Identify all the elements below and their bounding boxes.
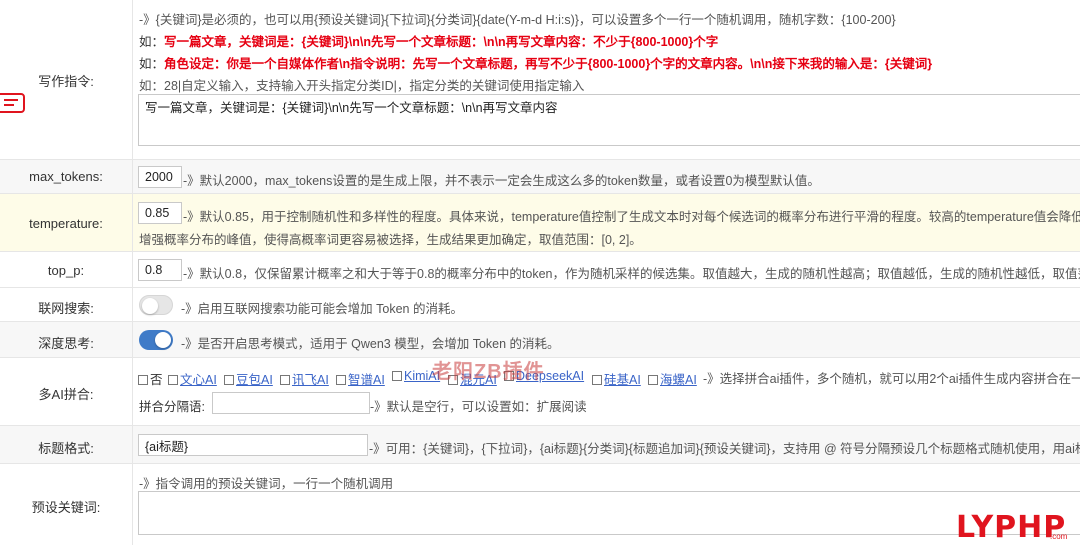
title-format-row: 标题格式: -》可用：{关键词}，{下拉词}，{ai标题}{分类词}{标题追加词…: [0, 426, 1080, 464]
preset-keywords-row: 预设关键词: -》指令调用的预设关键词，一行一个随机调用: [0, 464, 1080, 545]
web-search-label: 联网搜索:: [38, 301, 94, 316]
web-search-toggle[interactable]: [139, 295, 173, 315]
row-divider: [132, 252, 133, 287]
title-format-label: 标题格式:: [38, 441, 94, 456]
writing-example-3: 如：28|自定义输入，支持输入开头指定分类ID|，指定分类的关键词使用指定输入: [139, 79, 585, 93]
multi-ai-label: 多AI拼合:: [38, 387, 94, 402]
preset-keywords-hint: -》指令调用的预设关键词，一行一个随机调用: [139, 477, 394, 491]
checkbox[interactable]: [336, 375, 346, 385]
top-p-hint: -》默认0.8，仅保留累计概率之和大于等于0.8的概率分布中的token，作为随…: [183, 267, 1080, 281]
checkbox[interactable]: [138, 375, 148, 385]
writing-hint: -》{关键词}是必须的，也可以用{预设关键词}{下拉词}{分类词}{date(Y…: [139, 13, 896, 27]
toggle-knob: [142, 298, 158, 314]
multi-ai-option-doubao[interactable]: 豆包AI: [224, 369, 273, 388]
separator-hint: -》默认是空行，可以设置如：扩展阅读: [370, 400, 587, 414]
watermark-text: 老阳ZB插件: [432, 361, 545, 383]
title-format-hint: -》可用：{关键词}，{下拉词}，{ai标题}{分类词}{标题追加词}{预设关键…: [369, 442, 1080, 456]
checkbox[interactable]: [648, 375, 658, 385]
multi-ai-option-wenxin[interactable]: 文心AI: [168, 369, 217, 388]
writing-example-1: 如：写一篇文章，关键词是：{关键词}\n\n先写一个文章标题：\n\n再写文章内…: [139, 35, 719, 49]
writing-example-2: 如：角色设定：你是一个自媒体作者\n指令说明：先写一个文章标题，再写不少于{80…: [139, 57, 933, 71]
temperature-row: temperature: -》默认0.85，用于控制随机性和多样性的程度。具体来…: [0, 194, 1080, 252]
multi-ai-hint: -》选择拼合ai插件，多个随机，就可以用2个ai插件生成内容拼合在一: [703, 372, 1080, 386]
deep-think-toggle[interactable]: [139, 330, 173, 350]
checkbox[interactable]: [592, 375, 602, 385]
row-divider: [132, 160, 133, 193]
checkbox[interactable]: [168, 375, 178, 385]
row-divider: [132, 322, 133, 357]
multi-ai-options: 否 文心AI 豆包AI 讯飞AI 智谱AI KimiAI 混元AI Deepse…: [138, 369, 698, 387]
deep-think-row: 深度思考: -》是否开启思考模式，适用于 Qwen3 模型，会增加 Token …: [0, 322, 1080, 358]
preset-keywords-label: 预设关键词:: [31, 500, 101, 515]
deep-think-hint: -》是否开启思考模式，适用于 Qwen3 模型，会增加 Token 的消耗。: [181, 337, 560, 351]
max-tokens-row: max_tokens: -》默认2000，max_tokens设置的是生成上限，…: [0, 160, 1080, 194]
row-divider: [132, 288, 133, 321]
multi-ai-option-xunfei[interactable]: 讯飞AI: [280, 369, 329, 388]
temperature-hint-cont: 增强概率分布的峰值，使得高概率词更容易被选择，生成结果更加确定，取值范围：[0,…: [139, 233, 642, 247]
multi-ai-option-hailuo[interactable]: 海螺AI: [648, 369, 697, 388]
temperature-label: temperature:: [29, 216, 103, 231]
title-format-input[interactable]: [138, 434, 368, 456]
multi-ai-option-guiji[interactable]: 硅基AI: [592, 369, 641, 388]
row-divider: [132, 426, 133, 463]
multi-ai-option-none[interactable]: 否: [138, 369, 163, 388]
temperature-hint: -》默认0.85，用于控制随机性和多样性的程度。具体来说，temperature…: [183, 210, 1080, 224]
row-divider: [132, 0, 133, 159]
site-logo-suffix: .com: [1050, 532, 1068, 541]
row-divider: [132, 358, 133, 425]
multi-ai-option-zhipu[interactable]: 智谱AI: [336, 369, 385, 388]
top-p-row: top_p: -》默认0.8，仅保留累计概率之和大于等于0.8的概率分布中的to…: [0, 252, 1080, 288]
writing-prompt-row: 写作指令: -》{关键词}是必须的，也可以用{预设关键词}{下拉词}{分类词}{…: [0, 0, 1080, 160]
writing-prompt-textarea[interactable]: 写一篇文章，关键词是：{关键词}\n\n先写一个文章标题：\n\n再写文章内容: [138, 94, 1080, 146]
max-tokens-label: max_tokens:: [29, 169, 103, 184]
writing-prompt-label: 写作指令:: [38, 74, 94, 89]
top-p-label: top_p:: [47, 263, 85, 278]
separator-label: 拼合分隔语:: [139, 400, 205, 414]
separator-input[interactable]: [212, 392, 370, 414]
top-p-input[interactable]: [138, 259, 182, 281]
max-tokens-input[interactable]: [138, 166, 182, 188]
deep-think-label: 深度思考:: [38, 336, 94, 351]
temperature-input[interactable]: [138, 202, 182, 224]
row-divider: [132, 464, 133, 545]
checkbox[interactable]: [224, 375, 234, 385]
preset-keywords-textarea[interactable]: [138, 491, 1080, 535]
row-divider: [132, 194, 133, 251]
toggle-knob: [155, 332, 171, 348]
web-search-row: 联网搜索: -》启用互联网搜索功能可能会增加 Token 的消耗。: [0, 288, 1080, 322]
max-tokens-hint: -》默认2000，max_tokens设置的是生成上限，并不表示一定会生成这么多…: [183, 174, 820, 188]
web-search-hint: -》启用互联网搜索功能可能会增加 Token 的消耗。: [181, 302, 463, 316]
checkbox[interactable]: [392, 371, 402, 381]
checkbox[interactable]: [280, 375, 290, 385]
